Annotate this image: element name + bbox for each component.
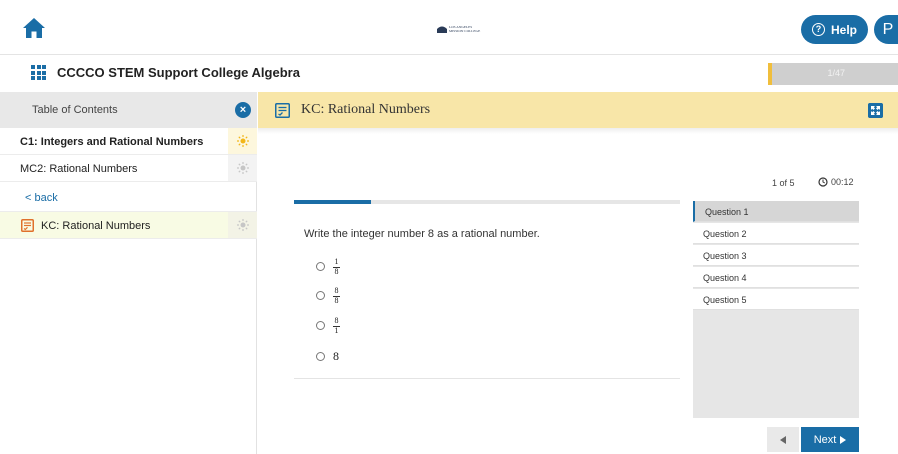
toc-item-status [228, 212, 257, 238]
course-menu-grid-icon[interactable] [31, 65, 46, 80]
question-list-item-1[interactable]: Question 1 [693, 201, 859, 222]
profile-initial: P [882, 20, 894, 38]
college-logo: LOS ANGELES MISSION COLLEGE [437, 18, 487, 40]
answer-option-3[interactable]: 8 1 [316, 317, 340, 335]
question-list-item-5[interactable]: Question 5 [693, 289, 859, 310]
fraction: 1 8 [333, 258, 340, 276]
header-shadow [258, 128, 898, 134]
top-bar: LOS ANGELES MISSION COLLEGE ? Help P [0, 0, 898, 55]
triangle-right-icon [840, 435, 847, 444]
radio-button[interactable] [316, 291, 325, 301]
numerator: 8 [334, 286, 339, 295]
question-list: Question 1 Question 2 Question 3 Questio… [693, 201, 859, 418]
toc-item-kc-rational-numbers[interactable]: KC: Rational Numbers [0, 211, 257, 239]
denominator: 8 [334, 266, 339, 276]
college-seal-icon [437, 26, 447, 33]
course-progress-bar: 1/47 [768, 63, 898, 85]
table-of-contents-sidebar: Table of Contents × C1: Integers and Rat… [0, 92, 257, 454]
sun-icon [236, 162, 249, 174]
radio-button[interactable] [316, 262, 325, 272]
sun-icon [236, 219, 249, 231]
toc-item-status [228, 155, 257, 181]
question-progress-bar [294, 200, 680, 204]
toc-item-mc2[interactable]: MC2: Rational Numbers [0, 155, 257, 182]
logo-line-2: MISSION COLLEGE [449, 29, 481, 33]
content-header: KC: Rational Numbers [258, 92, 898, 128]
question-list-item-4[interactable]: Question 4 [693, 267, 859, 288]
toc-item-c1[interactable]: C1: Integers and Rational Numbers [0, 128, 257, 155]
checklist-icon [21, 219, 34, 232]
quiz-timer: 00:12 [818, 177, 854, 187]
toc-item-status [228, 128, 257, 154]
toc-header: Table of Contents × [0, 92, 257, 128]
toc-item-label: KC: Rational Numbers [41, 220, 151, 232]
radio-button[interactable] [316, 352, 325, 361]
numerator: 1 [334, 257, 339, 266]
question-counter: 1 of 5 [772, 178, 795, 188]
toc-item-label: MC2: Rational Numbers [20, 163, 138, 175]
radio-button[interactable] [316, 321, 325, 331]
question-list-item-2[interactable]: Question 2 [693, 223, 859, 244]
next-button[interactable]: Next [801, 427, 859, 452]
question-mark-icon: ? [811, 23, 825, 36]
denominator: 8 [334, 295, 339, 305]
checklist-icon [275, 103, 290, 118]
back-link[interactable]: < back [25, 192, 58, 204]
help-label: Help [830, 22, 857, 37]
timer-value: 00:12 [831, 177, 854, 187]
previous-button[interactable] [767, 427, 799, 452]
course-title: CCCCO STEM Support College Algebra [57, 65, 300, 80]
page-title: KC: Rational Numbers [301, 102, 431, 117]
fraction: 8 8 [333, 287, 340, 305]
fraction: 8 1 [333, 317, 340, 335]
answer-option-1[interactable]: 1 8 [316, 258, 340, 276]
clock-icon [818, 177, 828, 187]
numerator: 8 [334, 316, 339, 325]
divider [294, 378, 680, 379]
answer-option-2[interactable]: 8 8 [316, 287, 340, 305]
sun-icon [236, 135, 249, 147]
question-list-item-3[interactable]: Question 3 [693, 245, 859, 266]
toc-item-label: C1: Integers and Rational Numbers [20, 136, 204, 148]
expand-icon[interactable] [868, 103, 883, 118]
close-icon[interactable]: × [235, 102, 251, 118]
profile-button[interactable]: P [874, 15, 898, 44]
home-icon[interactable] [22, 17, 46, 39]
toc-title: Table of Contents [32, 104, 118, 116]
question-text: Write the integer number 8 as a rational… [304, 228, 540, 240]
course-progress-text: 1/47 [827, 68, 845, 78]
course-progress-fill [768, 63, 772, 85]
triangle-left-icon [780, 435, 786, 444]
option-value: 8 [333, 349, 339, 363]
next-label: Next [813, 433, 837, 446]
course-bar: CCCCO STEM Support College Algebra [0, 56, 898, 92]
answer-option-4[interactable]: 8 [316, 349, 339, 364]
question-progress-fill [294, 200, 372, 204]
denominator: 1 [334, 325, 339, 335]
help-button[interactable]: ? Help [801, 15, 868, 44]
